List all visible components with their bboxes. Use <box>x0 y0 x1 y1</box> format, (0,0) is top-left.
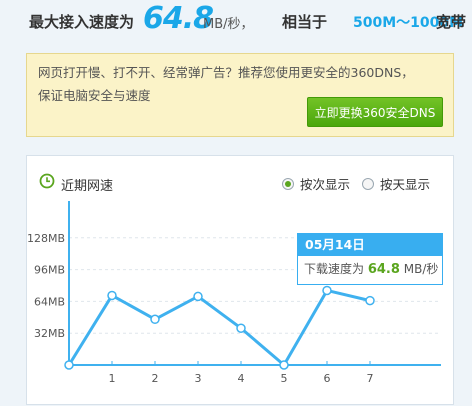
data-point <box>150 314 160 325</box>
y-tick-label: 64MB <box>34 295 65 308</box>
data-point <box>322 285 332 296</box>
tooltip-value: 64.8 <box>367 262 400 277</box>
speed-line-chart: 32MB 64MB 96MB 128MB 1 2 3 4 5 6 7 <box>27 201 441 385</box>
x-tick-label: 7 <box>367 372 374 385</box>
x-tick-label: 2 <box>152 372 159 385</box>
x-tick-label: 6 <box>324 372 331 385</box>
speed-tooltip: 05月14日 下载速度为 64.8 MB/秒 <box>297 233 443 285</box>
radio-unselected-icon[interactable] <box>362 177 374 190</box>
y-tick-label: 32MB <box>34 327 65 340</box>
data-point <box>236 323 246 333</box>
radio-view-by-count[interactable]: 按次显示 <box>282 174 350 193</box>
data-point <box>64 360 74 370</box>
tooltip-body: 下载速度为 64.8 MB/秒 <box>298 256 442 283</box>
x-tick-label: 4 <box>238 372 245 385</box>
radio-selected-icon[interactable] <box>282 177 294 190</box>
y-tick-label: 128MB <box>27 232 65 245</box>
panel-title: 近期网速 <box>61 179 114 194</box>
speed-history-panel: 32MB 64MB 96MB 128MB 1 2 3 4 5 6 7 近期网速 按次显示 按天显示 … <box>26 155 454 405</box>
radio-view-by-count-label: 按次显示 <box>300 177 351 192</box>
x-tick-label: 5 <box>281 372 288 385</box>
tooltip-unit: MB/秒 <box>403 262 439 276</box>
y-tick-label: 96MB <box>34 264 65 277</box>
radio-view-by-day-label: 按天显示 <box>380 177 431 192</box>
data-point <box>279 360 289 370</box>
tooltip-date: 05月14日 <box>298 234 442 256</box>
data-point <box>193 291 203 302</box>
x-tick-label: 3 <box>195 372 202 385</box>
clock-icon <box>39 173 55 193</box>
radio-view-by-day[interactable]: 按天显示 <box>362 174 430 193</box>
data-point <box>107 290 117 301</box>
x-tick-label: 1 <box>109 372 116 385</box>
data-point <box>365 295 375 306</box>
tooltip-label: 下载速度为 <box>304 262 365 276</box>
